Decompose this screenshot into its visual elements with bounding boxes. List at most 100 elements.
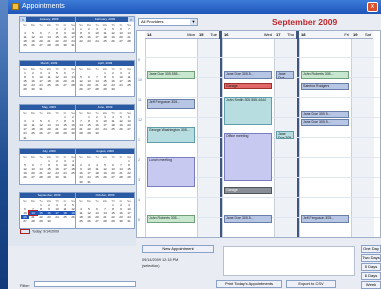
appointment-block[interactable]: George Washington 305... xyxy=(147,127,195,143)
mini-calendar[interactable]: May, 2009 Su Mo Tu We Th Fr Sa 1 2 3 4 5 6 7 8 9 10 11 12 13… xyxy=(19,104,79,141)
day-column-header[interactable]: 17 Thu xyxy=(274,31,296,39)
mini-calendar[interactable]: July, 2009 Su Mo Tu We Th Fr Sa 1 2 3 4 5 6 7 8 9 10 11 12 1… xyxy=(19,148,79,185)
day-cell[interactable]: 28 xyxy=(45,43,53,47)
day-cell[interactable]: 27 xyxy=(85,87,93,91)
mini-calendar[interactable]: April, 2009 Su Mo Tu We Th Fr Sa 1 2 3 4 5 6 7 8 9 10 11 12… xyxy=(75,60,135,97)
day-cell[interactable]: 28 xyxy=(93,87,101,91)
day-cell[interactable]: 29 xyxy=(125,175,133,179)
day-cell[interactable]: 25 xyxy=(93,175,101,179)
appointment-block[interactable]: John Roberts 305... xyxy=(301,71,349,79)
day-cell[interactable]: 31 xyxy=(61,175,69,179)
appointment-block[interactable]: John Smith 305 555.4444 xyxy=(224,97,272,125)
day-cell[interactable]: 26 xyxy=(53,83,61,87)
day-cell[interactable]: 31 xyxy=(85,180,93,184)
appointment-block[interactable]: Jane Doe 305.5... xyxy=(224,215,272,223)
day-cell[interactable]: 26 xyxy=(77,87,85,91)
appointment-notes-area[interactable] xyxy=(223,246,355,276)
view-week-button[interactable]: Week xyxy=(361,281,381,289)
view-five-days-button[interactable]: 5 Days xyxy=(361,263,381,271)
day-cell[interactable]: 31 xyxy=(37,87,45,91)
mini-calendar[interactable]: January, 2009 < Su Mo Tu We Th Fr Sa 1 2 3 4 5 6 7 8 9 10 1… xyxy=(19,16,79,53)
view-one-day-button[interactable]: One Day xyxy=(361,245,381,253)
day-cell[interactable]: 29 xyxy=(109,219,117,223)
appointment-block[interactable]: Jane Doe 305.555... xyxy=(147,71,195,79)
mini-calendar[interactable]: September, 2009 Su Mo Tu We Th Fr Sa 1 2 3 4 5 6 7 8 9 10… xyxy=(19,192,79,229)
day-cell[interactable]: 26 xyxy=(101,175,109,179)
day-column-header[interactable]: 16 Wed xyxy=(222,31,274,39)
day-cell[interactable]: 26 xyxy=(109,39,117,43)
day-cell[interactable]: 26 xyxy=(37,131,45,135)
mini-calendar[interactable]: February, 2009 > Su Mo Tu We Th Fr Sa 1 2 3 4 5 6 7 8 9 10… xyxy=(75,16,135,53)
day-cell[interactable]: 25 xyxy=(125,83,133,87)
appointment-block[interactable]: Office meeting xyxy=(224,133,272,181)
day-cell[interactable]: 31 xyxy=(125,219,133,223)
chevron-down-icon[interactable]: ▼ xyxy=(190,19,197,25)
mini-calendar[interactable]: June, 2009 Su Mo Tu We Th Fr Sa 1 2 3 4 5 6 7 8 9 10 11 12 1… xyxy=(75,104,135,141)
day-cell[interactable]: 28 xyxy=(53,131,61,135)
day-column-header[interactable]: 18 Fri xyxy=(299,31,351,39)
day-cell[interactable]: 30 xyxy=(77,180,85,184)
day-cell[interactable]: 27 xyxy=(93,219,101,223)
provider-select[interactable]: All Providers ▼ xyxy=(138,18,198,26)
day-cell[interactable]: 26 xyxy=(21,175,29,179)
day-cell[interactable]: 24 xyxy=(93,39,101,43)
appointment-block[interactable]: Jane Doe 305 5... xyxy=(301,111,349,118)
appointment-block[interactable]: Jane Doe 305.5... xyxy=(301,119,349,126)
appointment-block[interactable]: Jane Doe 305 555.4444 xyxy=(276,131,294,139)
day-cell[interactable]: 26 xyxy=(29,43,37,47)
week-schedule[interactable]: 14 Mon 15 Tue 16 Wed 17 Thu 18 Fri 19 Sat 9 10 11 12 1 2 3… xyxy=(136,30,381,238)
day-column-header[interactable]: 14 Mon xyxy=(145,31,197,39)
day-cell[interactable]: 30 xyxy=(45,219,53,223)
day-cell[interactable]: 30 xyxy=(53,175,61,179)
appointment-block[interactable]: Jeff Ferguson 305... xyxy=(147,99,195,109)
view-six-days-button[interactable]: 6 Days xyxy=(361,272,381,280)
day-cell[interactable]: 30 xyxy=(29,87,37,91)
day-cell[interactable]: 27 xyxy=(117,39,125,43)
filter-input[interactable] xyxy=(34,281,136,287)
day-cell[interactable]: 28 xyxy=(101,219,109,223)
day-cell[interactable]: 28 xyxy=(37,175,45,179)
day-cell[interactable]: 27 xyxy=(21,219,29,223)
day-cell[interactable]: 25 xyxy=(61,215,69,219)
appointment-block[interactable]: Garage xyxy=(224,83,272,89)
day-cell[interactable]: 29 xyxy=(37,219,45,223)
day-cell[interactable]: 25 xyxy=(45,83,53,87)
day-cell[interactable]: 29 xyxy=(21,87,29,91)
day-cell[interactable]: 28 xyxy=(117,175,125,179)
day-column[interactable] xyxy=(351,39,374,237)
mini-calendar[interactable]: March, 2009 Su Mo Tu We Th Fr Sa 1 2 3 4 5 6 7 8 9 10 11 12… xyxy=(19,60,79,97)
appointment-block[interactable]: John Roberts 305... xyxy=(147,215,195,223)
next-month-button[interactable]: > xyxy=(128,17,134,22)
day-cell[interactable]: 30 xyxy=(109,87,117,91)
day-column-header[interactable]: 15 Tue xyxy=(197,31,219,39)
day-cell[interactable]: 27 xyxy=(45,131,53,135)
day-cell[interactable]: 29 xyxy=(85,131,93,135)
day-cell[interactable]: 25 xyxy=(101,39,109,43)
new-appointment-button[interactable]: New Appointment xyxy=(142,245,214,253)
day-cell[interactable]: 30 xyxy=(117,219,125,223)
day-cell[interactable]: 29 xyxy=(45,175,53,179)
day-cell[interactable]: 29 xyxy=(101,87,109,91)
day-cell[interactable]: 25 xyxy=(21,43,29,47)
day-cell[interactable]: 31 xyxy=(21,136,29,140)
appointment-block[interactable]: Jeff Ferguson 305... xyxy=(301,215,349,223)
appointment-block[interactable]: Jane Doe 305.5... xyxy=(224,71,272,79)
appointment-block[interactable]: Lunch meeting xyxy=(147,157,195,187)
day-cell[interactable]: 24 xyxy=(53,215,61,219)
day-column[interactable] xyxy=(299,39,352,237)
day-cell[interactable]: 27 xyxy=(109,175,117,179)
day-cell[interactable]: 29 xyxy=(53,43,61,47)
day-cell[interactable]: 30 xyxy=(93,131,101,135)
day-cell[interactable]: 24 xyxy=(117,83,125,87)
close-button[interactable]: x xyxy=(367,2,378,12)
prev-month-button[interactable]: < xyxy=(20,17,26,22)
day-cell[interactable]: 25 xyxy=(77,219,85,223)
mini-calendar[interactable]: August, 2009 Su Mo Tu We Th Fr Sa 1 2 3 4 5 6 7 8 9 10 11 1… xyxy=(75,148,135,185)
appointment-block[interactable]: Garage xyxy=(224,187,272,194)
mini-calendar[interactable]: October, 2009 Su Mo Tu We Th Fr Sa 1 2 3 4 5 6 7 8 9 10 11… xyxy=(75,192,135,229)
day-cell[interactable]: 27 xyxy=(125,127,133,131)
day-cell[interactable]: 23 xyxy=(85,39,93,43)
day-cell[interactable]: 28 xyxy=(29,219,37,223)
print-todays-appointments-button[interactable]: Print Today's Appointments xyxy=(216,280,282,288)
day-cell[interactable]: 27 xyxy=(61,83,69,87)
